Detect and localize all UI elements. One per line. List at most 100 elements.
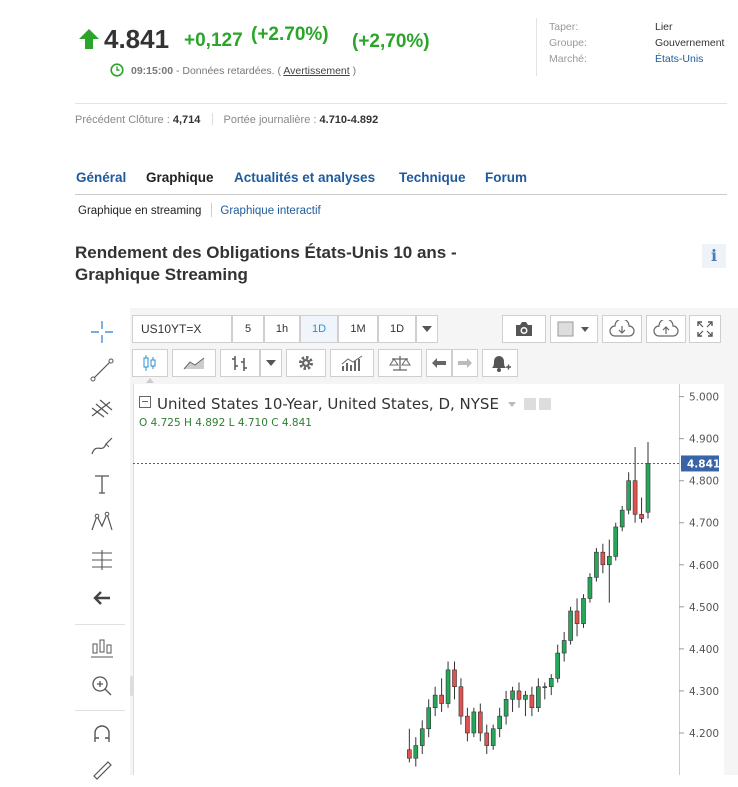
alert-button[interactable] — [482, 349, 518, 377]
pattern-icon — [91, 511, 113, 531]
candle-body — [645, 463, 651, 513]
symbol-input[interactable]: US10YT=X — [132, 315, 232, 343]
caret-down-icon[interactable] — [507, 401, 516, 408]
clock-icon — [110, 63, 124, 77]
y-tick-label: 4.300 — [689, 686, 719, 698]
indicators-button[interactable] — [330, 349, 374, 377]
fullscreen-button[interactable] — [689, 315, 721, 343]
candle-body — [419, 728, 425, 746]
tab-technical[interactable]: Technique — [399, 170, 466, 185]
interval-1h[interactable]: 1h — [264, 315, 300, 343]
load-layout-button[interactable] — [602, 315, 642, 343]
prev-close-label: Précédent Clôture : — [75, 114, 170, 126]
settings-button[interactable] — [286, 349, 326, 377]
info-market-label: Marché: — [549, 53, 587, 65]
save-layout-button[interactable] — [646, 315, 686, 343]
subtab-interactive[interactable]: Graphique interactif — [220, 205, 320, 217]
interval-custom[interactable]: 1D — [378, 315, 416, 343]
compare-button[interactable] — [378, 349, 422, 377]
y-tick-label: 4.200 — [689, 728, 719, 740]
zoom-tool[interactable] — [88, 672, 116, 700]
candle-body — [516, 690, 522, 700]
chart-toolbar: US10YT=X 5 1h 1D 1M 1D — [130, 311, 723, 383]
indicators-icon — [341, 355, 363, 371]
info-market-link[interactable]: États-Unis — [655, 53, 703, 65]
candlestick-chart: 5.000 4.900 4.800 4.700 4.600 4.500 4.400 4.300… — [133, 392, 720, 767]
divider — [211, 203, 213, 217]
candle-body — [477, 711, 483, 734]
candle-body — [510, 690, 515, 700]
pitchfork-tool[interactable] — [88, 394, 116, 422]
subtab-streaming[interactable]: Graphique en streaming — [78, 205, 201, 217]
info-type-value: Lier — [655, 21, 673, 33]
delay-close: ) — [352, 65, 357, 77]
drawing-toolbar — [75, 308, 130, 780]
text-tool[interactable] — [88, 470, 116, 498]
crosshair-tool[interactable] — [88, 318, 116, 346]
series-legend: United States 10-Year, United States, D,… — [139, 395, 551, 413]
hide-toolbar-button[interactable] — [88, 584, 116, 612]
measure-tool[interactable] — [88, 546, 116, 574]
pattern-tool[interactable] — [88, 508, 116, 536]
prev-close-value: 4,714 — [172, 114, 201, 126]
y-tick-label: 4.400 — [689, 644, 719, 656]
interval-5[interactable]: 5 — [232, 315, 264, 343]
chart-style-candles[interactable] — [132, 349, 168, 377]
series-title: United States 10-Year, United States, D,… — [157, 395, 499, 413]
active-style-marker — [146, 378, 154, 383]
candles-icon — [91, 639, 113, 658]
gear-icon — [299, 356, 313, 370]
candle-body — [536, 686, 541, 709]
ohlc-values: O 4.725 H 4.892 L 4.710 C 4.841 — [139, 417, 312, 429]
snapshot-button[interactable] — [502, 315, 546, 343]
candle-body — [581, 598, 586, 624]
brush-tool[interactable] — [88, 432, 116, 460]
chart-style-bars[interactable] — [220, 349, 260, 377]
undo-button[interactable] — [426, 349, 452, 377]
chart-style-area[interactable] — [172, 349, 216, 377]
bar-pattern-tool[interactable] — [88, 634, 116, 662]
pitchfork-icon — [91, 399, 113, 418]
interval-dropdown[interactable] — [416, 315, 438, 343]
crosshair-icon — [91, 321, 113, 343]
candle-body — [632, 480, 638, 515]
candle-body — [639, 514, 644, 519]
y-tick-label: 4.500 — [689, 602, 719, 614]
camera-icon — [516, 322, 532, 336]
undo-icon — [432, 358, 446, 368]
gear-icon[interactable] — [538, 398, 551, 410]
caret-down-icon — [422, 326, 432, 332]
cloud-download-icon — [609, 320, 635, 337]
redo-button[interactable] — [452, 349, 478, 377]
instrument-info: Taper: Lier Groupe: Gouvernement Marché:… — [536, 18, 737, 76]
trend-line-tool[interactable] — [88, 356, 116, 384]
info-button[interactable]: i — [702, 244, 726, 268]
color-picker[interactable] — [550, 315, 598, 343]
area-chart-icon — [183, 357, 205, 370]
candle-body — [542, 686, 548, 689]
magnet-tool[interactable] — [88, 720, 116, 748]
pencil-tool[interactable] — [88, 754, 116, 782]
tab-general[interactable]: Général — [76, 170, 126, 185]
cloud-upload-icon — [653, 320, 679, 337]
tab-chart[interactable]: Graphique — [146, 170, 214, 185]
pencil-icon — [93, 761, 112, 780]
arrow-up-icon — [79, 29, 99, 49]
info-group-label: Groupe: — [549, 37, 587, 49]
divider — [75, 624, 125, 625]
chart-style-dropdown[interactable] — [260, 349, 282, 377]
candle-body — [594, 551, 599, 578]
candle-body — [555, 652, 561, 679]
warning-link[interactable]: Avertissement — [283, 65, 349, 77]
tab-forum[interactable]: Forum — [485, 170, 527, 185]
candle-body — [600, 551, 606, 566]
collapse-legend-button[interactable] — [139, 396, 151, 408]
quote-price: 4.841 — [104, 24, 170, 54]
candle-body — [484, 732, 490, 746]
eye-icon[interactable] — [523, 398, 536, 410]
candle-body — [497, 715, 502, 730]
interval-1m[interactable]: 1M — [338, 315, 378, 343]
tab-news[interactable]: Actualités et analyses — [234, 170, 375, 185]
interval-1d[interactable]: 1D — [300, 315, 338, 343]
candle-body — [452, 669, 457, 688]
